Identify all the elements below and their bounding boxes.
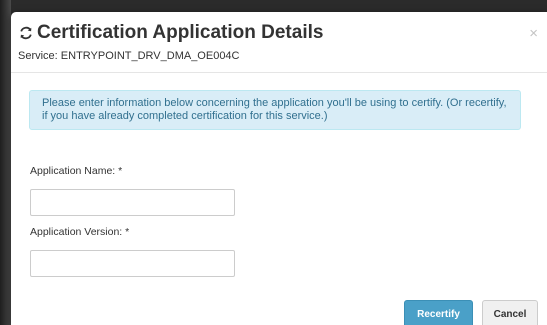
- refresh-icon: [18, 25, 34, 41]
- info-alert: Please enter information below concernin…: [29, 90, 521, 130]
- background-page-edge: [0, 0, 11, 325]
- certification-modal: Certification Application Details Servic…: [11, 12, 547, 325]
- close-icon[interactable]: ×: [529, 26, 538, 41]
- application-version-label: Application Version: *: [30, 226, 130, 238]
- modal-title: Certification Application Details: [18, 22, 323, 44]
- application-name-input[interactable]: [30, 189, 235, 216]
- recertify-button[interactable]: Recertify: [404, 300, 473, 325]
- modal-title-text: Certification Application Details: [37, 22, 324, 43]
- service-subtitle: Service: ENTRYPOINT_DRV_DMA_OE004C: [18, 50, 240, 62]
- application-name-label: Application Name: *: [30, 165, 123, 177]
- application-version-input[interactable]: [30, 250, 235, 277]
- modal-header: Certification Application Details Servic…: [11, 12, 547, 73]
- cancel-button[interactable]: Cancel: [482, 300, 538, 325]
